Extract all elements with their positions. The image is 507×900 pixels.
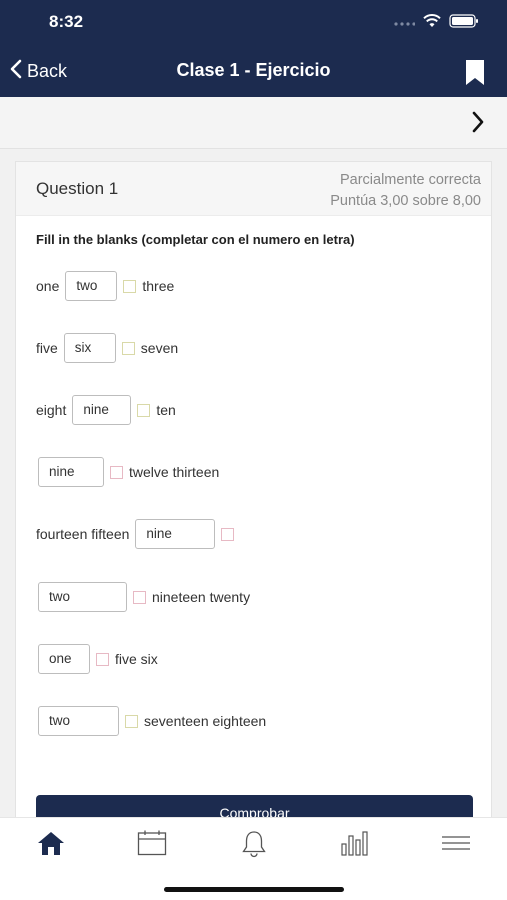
cellular-signal-icon (393, 15, 416, 33)
answer-field[interactable]: one (38, 644, 90, 674)
battery-icon (449, 14, 479, 33)
blank-row: nine twelve thirteen (36, 457, 219, 487)
text-after: nineteen twenty (152, 589, 251, 605)
text-before: fourteen fifteen (36, 526, 130, 542)
answer-field[interactable]: two (38, 706, 119, 736)
text-after: seventeen eighteen (144, 713, 267, 729)
text-before: one (36, 278, 60, 294)
status-icons (393, 14, 479, 33)
question-header: Question 1 Parcialmente correcta Puntúa … (16, 162, 491, 216)
blank-row: one five six (36, 644, 158, 674)
answer-field[interactable]: two (65, 271, 118, 301)
question-card: Question 1 Parcialmente correcta Puntúa … (15, 161, 492, 845)
answer-field[interactable]: nine (38, 457, 104, 487)
text-before: five (36, 340, 58, 356)
text-before: eight (36, 402, 67, 418)
feedback-mark (137, 403, 151, 417)
text-after: seven (140, 340, 179, 356)
text-after: five six (115, 651, 158, 667)
status-time: 8:32 (49, 12, 84, 31)
tab-calendar[interactable] (137, 830, 167, 861)
text-after: three (142, 278, 175, 294)
feedback-mark (221, 527, 235, 541)
blank-row: two nineteen twenty (36, 582, 250, 612)
tab-grades[interactable] (341, 830, 369, 861)
question-score: Puntúa 3,00 sobre 8,00 (330, 193, 481, 209)
text-after: twelve thirteen (129, 464, 220, 480)
question-instructions: Fill in the blanks (completar con el num… (36, 232, 355, 247)
feedback-mark (121, 341, 135, 355)
bell-icon (241, 831, 267, 862)
question-status: Parcialmente correcta Puntúa 3,00 sobre … (330, 170, 481, 212)
blank-row: eight nine ten (36, 395, 176, 425)
answer-field[interactable]: six (63, 333, 116, 363)
bookmark-icon[interactable] (465, 60, 485, 90)
tab-notifications[interactable] (241, 830, 267, 863)
text-after: ten (156, 402, 176, 418)
chevron-right-icon (471, 111, 485, 137)
page-title: Clase 1 - Ejercicio (176, 60, 331, 80)
home-indicator (164, 887, 344, 892)
top-navigation-bar: 8:32 Back Clase 1 - Ejercicio (0, 0, 507, 97)
answer-field[interactable]: nine (72, 395, 132, 425)
tab-menu[interactable] (442, 830, 470, 861)
home-icon (37, 832, 65, 860)
menu-icon (442, 836, 470, 860)
feedback-mark (123, 279, 137, 293)
feedback-mark (96, 652, 109, 666)
wifi-icon (423, 14, 441, 33)
tab-home[interactable] (37, 830, 65, 861)
feedback-mark (133, 590, 146, 604)
calendar-icon (137, 830, 167, 860)
question-navigation-bar (0, 97, 507, 149)
blank-row: fourteen fifteen nine (36, 519, 240, 549)
answer-field[interactable]: two (38, 582, 127, 612)
next-question-button[interactable] (471, 111, 485, 138)
chart-icon (341, 831, 369, 860)
answer-field[interactable]: nine (135, 519, 216, 549)
feedback-mark (125, 714, 138, 728)
blank-row: five six seven (36, 333, 178, 363)
feedback-mark (110, 465, 123, 479)
blank-row: one two three (36, 271, 174, 301)
question-state: Parcialmente correcta (339, 172, 481, 188)
blank-row: two seventeen eighteen (36, 706, 266, 736)
question-title: Question 1 (36, 179, 119, 198)
